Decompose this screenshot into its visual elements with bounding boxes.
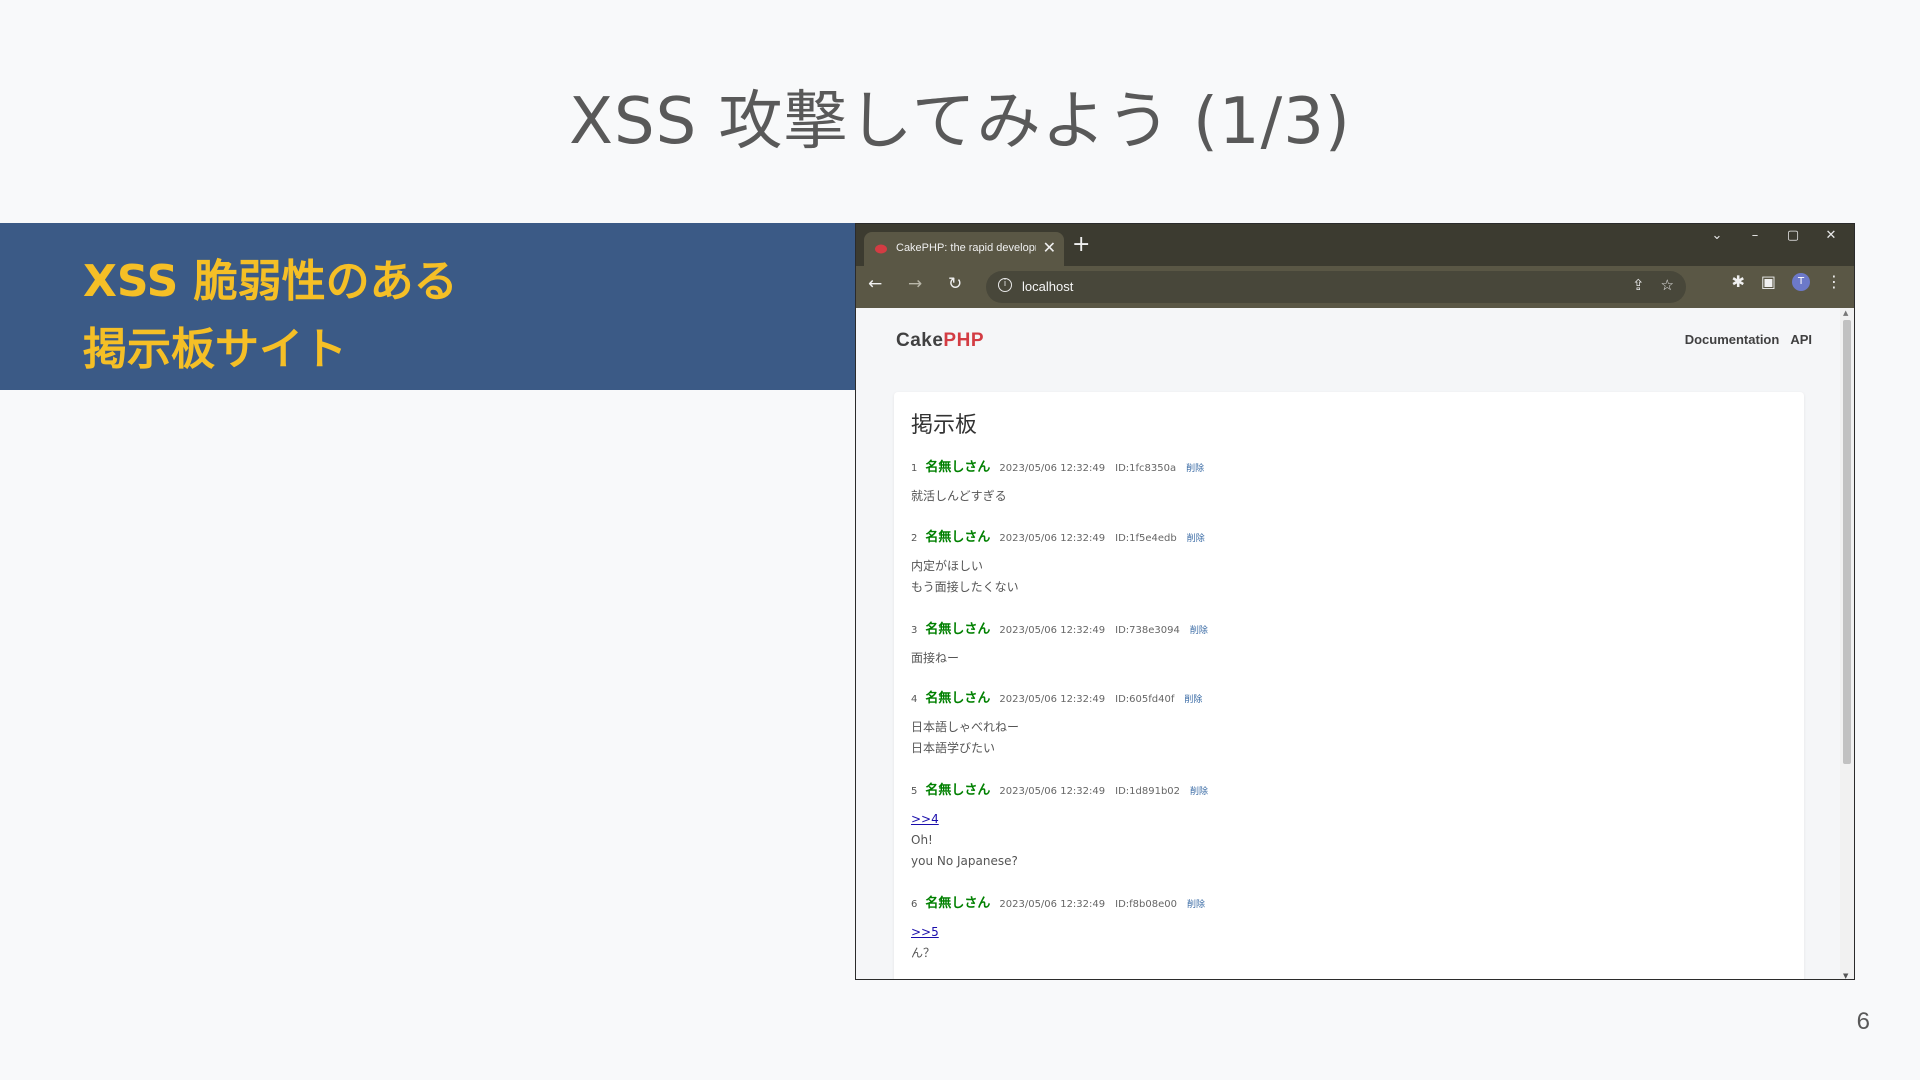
delete-link[interactable]: 削除: [1187, 900, 1205, 910]
profile-avatar[interactable]: T: [1792, 272, 1810, 291]
post-author: 名無しさん: [925, 691, 991, 706]
side-panel-icon[interactable]: ▣: [1761, 272, 1776, 291]
post-author: 名無しさん: [925, 530, 991, 545]
back-icon[interactable]: ←: [868, 274, 882, 294]
post-4: 4 名無しさん 2023/05/06 12:32:49 ID:605fd40f 削除 日…: [911, 689, 1202, 759]
post-number: 6: [911, 899, 918, 910]
scroll-down-arrow-icon[interactable]: ▼: [1843, 972, 1848, 979]
nav-documentation-link[interactable]: Documentation: [1685, 332, 1780, 347]
post-id: ID:605fd40f: [1115, 694, 1175, 705]
page-viewport: CakePHP Documentation API 掲示板 1 名無しさん 2023…: [856, 308, 1842, 979]
slide-page-number: 6: [1856, 1008, 1870, 1035]
post-number: 1: [911, 463, 918, 474]
nav-api-link[interactable]: API: [1790, 332, 1812, 347]
slide-title: XSS 攻撃してみよう (1/3): [569, 85, 1351, 159]
tab-bar: CakePHP: the rapid developme ✕ + ⌄ – ▢ ✕: [856, 224, 1854, 266]
share-icon[interactable]: ⇪: [1632, 276, 1645, 294]
tab-title: CakePHP: the rapid developme: [896, 242, 1036, 254]
post-author: 名無しさん: [925, 622, 991, 637]
post-number: 3: [911, 625, 918, 636]
top-nav: Documentation API: [1685, 332, 1812, 347]
delete-link[interactable]: 削除: [1187, 534, 1205, 544]
post-id: ID:738e3094: [1115, 625, 1180, 636]
logo-cake-text: Cake: [896, 330, 944, 351]
post-text: 日本語学びたい: [911, 741, 996, 755]
browser-tab[interactable]: CakePHP: the rapid developme ✕: [864, 232, 1064, 266]
post-1: 1 名無しさん 2023/05/06 12:32:49 ID:1fc8350a 削除 就…: [911, 458, 1204, 507]
new-tab-button[interactable]: +: [1072, 232, 1090, 257]
post-author: 名無しさん: [925, 896, 991, 911]
cakephp-logo[interactable]: CakePHP: [896, 330, 984, 352]
address-bar[interactable]: i localhost ⇪ ☆: [986, 271, 1686, 303]
delete-link[interactable]: 削除: [1190, 787, 1208, 797]
board-title: 掲示板: [911, 413, 978, 438]
post-text: 内定がほしい: [911, 559, 984, 573]
scroll-up-arrow-icon[interactable]: ▲: [1843, 309, 1848, 317]
delete-link[interactable]: 削除: [1190, 626, 1208, 636]
post-date: 2023/05/06 12:32:49: [999, 899, 1106, 910]
post-5: 5 名無しさん 2023/05/06 12:32:49 ID:1d891b02 削除 >…: [911, 781, 1208, 872]
post-id: ID:1fc8350a: [1115, 463, 1177, 474]
post-number: 4: [911, 694, 918, 705]
maximize-button[interactable]: ▢: [1774, 228, 1812, 243]
post-author: 名無しさん: [925, 783, 991, 798]
tab-close-icon[interactable]: ✕: [1043, 238, 1056, 257]
slide: XSS 攻撃してみよう (1/3) XSS 脆弱性のある 掲示板サイト Cake…: [0, 0, 1920, 1080]
board-card: 掲示板 1 名無しさん 2023/05/06 12:32:49 ID:1fc8350a…: [894, 392, 1804, 979]
browser-toolbar: ← → ↻ i localhost ⇪ ☆ ✱ ▣ T ⋮: [856, 266, 1854, 308]
tab-search-icon[interactable]: ⌄: [1698, 228, 1736, 243]
browser-window: CakePHP: the rapid developme ✕ + ⌄ – ▢ ✕…: [855, 223, 1855, 980]
forward-icon[interactable]: →: [908, 274, 922, 294]
scrollbar-thumb[interactable]: [1843, 320, 1851, 764]
extensions-icon[interactable]: ✱: [1731, 272, 1744, 291]
post-date: 2023/05/06 12:32:49: [999, 463, 1106, 474]
menu-icon[interactable]: ⋮: [1826, 272, 1842, 291]
bookmark-star-icon[interactable]: ☆: [1661, 276, 1674, 294]
banner-heading-line2: 掲示板サイト: [83, 324, 347, 375]
site-info-icon[interactable]: i: [998, 278, 1012, 292]
post-date: 2023/05/06 12:32:49: [999, 533, 1106, 544]
banner: XSS 脆弱性のある 掲示板サイト: [0, 223, 855, 390]
delete-link[interactable]: 削除: [1184, 695, 1202, 705]
post-number: 2: [911, 533, 918, 544]
vertical-scrollbar[interactable]: ▲ ▼: [1840, 308, 1854, 979]
post-id: ID:1d891b02: [1115, 786, 1181, 797]
post-2: 2 名無しさん 2023/05/06 12:32:49 ID:1f5e4edb 削除 内…: [911, 528, 1205, 598]
post-text: you No Japanese?: [911, 854, 1018, 868]
window-controls: ⌄ – ▢ ✕: [1698, 228, 1850, 243]
cakephp-favicon-icon: [875, 244, 887, 254]
post-text: ん？: [911, 946, 936, 960]
post-text: 日本語しゃべれねー: [911, 720, 1020, 734]
close-window-button[interactable]: ✕: [1812, 228, 1850, 243]
post-text: 就活しんどすぎる: [911, 489, 1007, 503]
post-text: 面接ねー: [911, 651, 960, 665]
post-date: 2023/05/06 12:32:49: [999, 786, 1106, 797]
post-6: 6 名無しさん 2023/05/06 12:32:49 ID:f8b08e00 削除 >…: [911, 894, 1205, 964]
post-text: Oh!: [911, 833, 933, 847]
logo-php-text: PHP: [943, 330, 984, 351]
post-date: 2023/05/06 12:32:49: [999, 625, 1106, 636]
post-text: もう面接したくない: [911, 580, 1019, 594]
post-3: 3 名無しさん 2023/05/06 12:32:49 ID:738e3094 削除 面…: [911, 620, 1208, 669]
post-author: 名無しさん: [925, 460, 991, 475]
reply-anchor-link[interactable]: >>5: [911, 922, 1205, 943]
delete-link[interactable]: 削除: [1186, 464, 1204, 474]
url-text[interactable]: localhost: [1022, 279, 1073, 294]
post-id: ID:1f5e4edb: [1115, 533, 1177, 544]
post-date: 2023/05/06 12:32:49: [999, 694, 1106, 705]
reload-icon[interactable]: ↻: [948, 274, 962, 294]
post-id: ID:f8b08e00: [1115, 899, 1177, 910]
reply-anchor-link[interactable]: >>4: [911, 809, 1208, 830]
minimize-button[interactable]: –: [1736, 228, 1774, 243]
banner-heading-line1: XSS 脆弱性のある: [83, 256, 458, 307]
post-number: 5: [911, 786, 918, 797]
